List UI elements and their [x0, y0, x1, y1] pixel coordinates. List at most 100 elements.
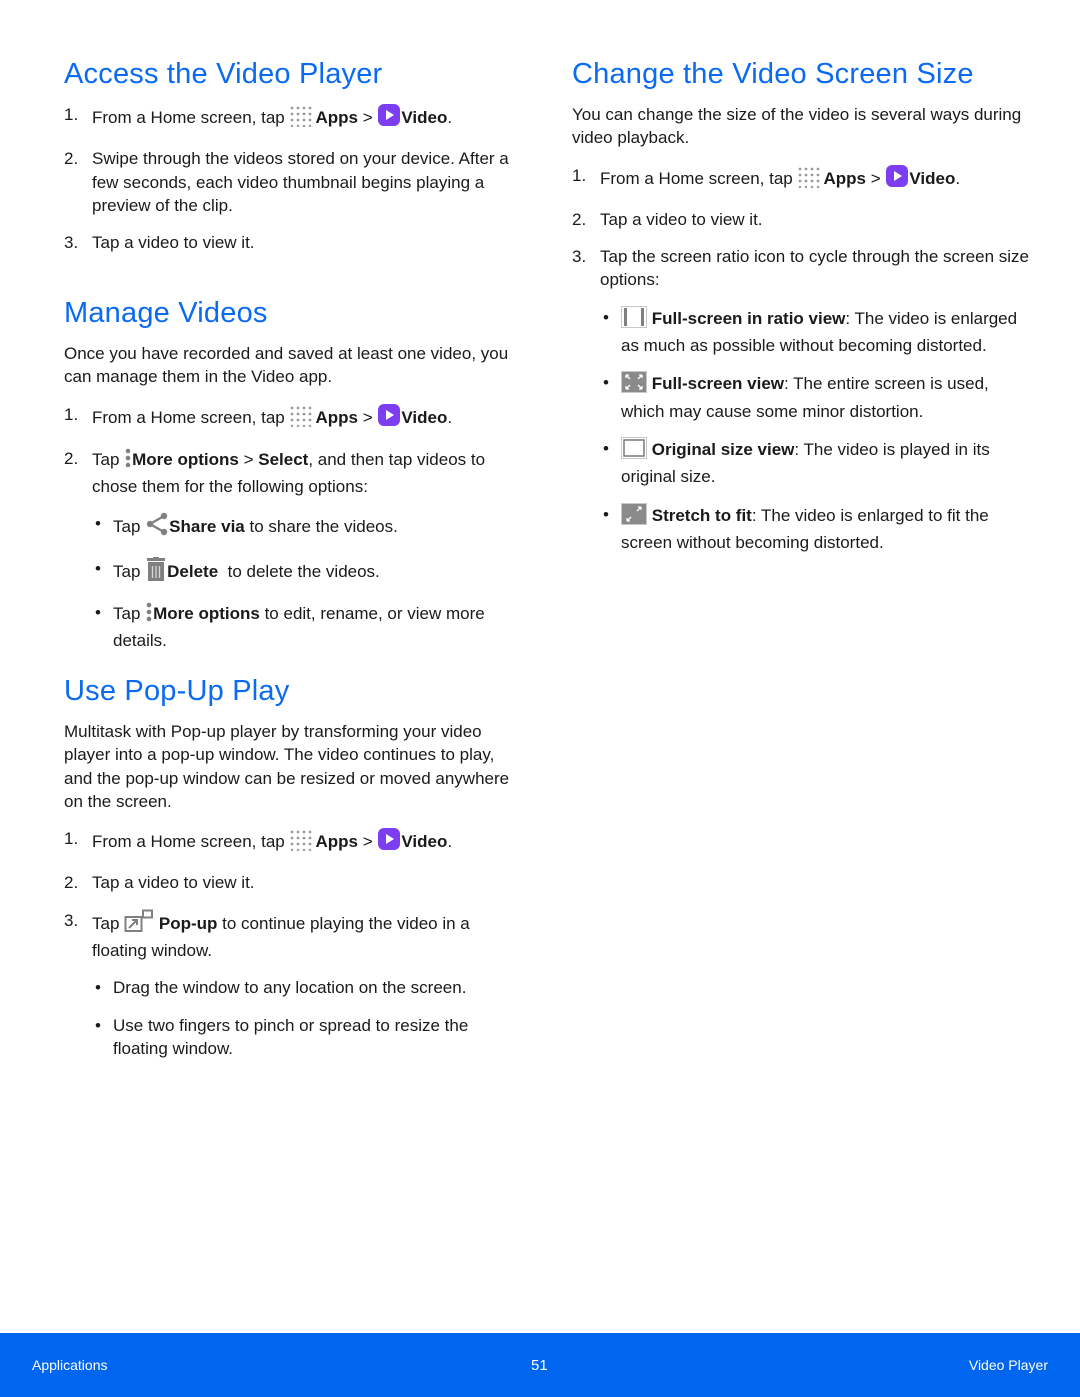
bullet-item: • Full-screen in ratio view: The video i…: [600, 305, 1032, 358]
bullet-text: Tap: [113, 604, 146, 624]
bullet-item: • Tap Delete to delete the videos.: [92, 556, 514, 587]
step: 2. Tap a video to view it.: [64, 871, 514, 894]
steps-list: 1. From a Home screen, tap Apps > Video. …: [64, 827, 514, 1060]
step-text: From a Home screen, tap: [92, 407, 290, 427]
more-options-label: More options: [153, 604, 260, 624]
video-label: Video: [401, 407, 448, 427]
step-text: Tap a video to view it.: [92, 233, 255, 253]
step: 2. Tap More options > Select, and then ta…: [64, 447, 514, 653]
trash-icon: [145, 556, 167, 587]
section-intro: Once you have recorded and saved at leas…: [64, 344, 509, 387]
apps-grid-icon: [289, 405, 315, 433]
step-text: Tap: [92, 913, 125, 933]
original-size-label: Original size view: [651, 439, 795, 459]
select-label: Select: [258, 449, 309, 469]
step-text: .: [447, 108, 453, 127]
separator: >: [357, 832, 378, 852]
bullet-dot: •: [95, 514, 101, 534]
popup-icon: [124, 909, 154, 939]
section-change-video-screen-size: Change the Video Screen Size You can cha…: [572, 57, 1032, 554]
steps-list: 1. From a Home screen, tap Apps > Video. …: [64, 403, 514, 653]
video-app-icon: [377, 827, 401, 857]
step: 3. Tap a video to view it.: [64, 231, 514, 254]
more-options-icon: [124, 447, 132, 475]
video-app-icon: [377, 103, 401, 133]
step-text: From a Home screen, tap: [92, 832, 290, 852]
bullet-text: Drag the window to any location on the s…: [113, 978, 467, 998]
footer-section: Video Player: [968, 1357, 1048, 1373]
step-number: 2.: [64, 149, 79, 169]
step: 2. Tap a video to view it.: [572, 208, 1032, 231]
video-label: Video: [401, 108, 448, 127]
more-options-label: More options: [132, 449, 239, 469]
bullet-text: Tap: [113, 517, 146, 537]
bullet-item: • Use two fingers to pinch or spread to r…: [92, 1014, 514, 1061]
step: 1. From a Home screen, tap Apps > Video.: [64, 103, 514, 133]
step-text: From a Home screen, tap: [600, 168, 798, 188]
video-app-icon: [885, 164, 909, 194]
apps-grid-icon: [289, 829, 315, 857]
more-options-icon: [145, 601, 153, 629]
video-label: Video: [909, 168, 956, 188]
step-number: 2.: [64, 448, 79, 468]
bullet-list: • Full-screen in ratio view: The video i…: [600, 305, 1032, 554]
section-title: Manage Videos: [64, 297, 268, 329]
bullet-dot: •: [95, 978, 101, 998]
step: 1. From a Home screen, tap Apps > Video.: [64, 403, 514, 433]
full-screen-ratio-label: Full-screen in ratio view: [651, 308, 846, 328]
bullet-item: • Original size view: The video is playe…: [600, 436, 1032, 489]
original-size-icon: [621, 436, 647, 465]
step: 3. Tap Pop-up to continue playing the vid…: [64, 909, 514, 1060]
step-number: 1.: [64, 105, 79, 124]
apps-label: Apps: [823, 168, 866, 188]
bullet-list: • Tap Share via to share the videos. • Tap…: [92, 512, 514, 652]
full-screen-ratio-icon: [621, 305, 647, 334]
stretch-to-fit-label: Stretch to fit: [651, 505, 752, 525]
page-footer: Applications 51 Video Player: [0, 1333, 1080, 1397]
page-number: 51: [531, 1357, 548, 1374]
step: 1. From a Home screen, tap Apps > Video.: [572, 164, 1032, 194]
separator: >: [357, 407, 378, 427]
bullet-item: • Drag the window to any location on the …: [92, 976, 514, 999]
bullet-list: • Drag the window to any location on the …: [92, 976, 514, 1060]
step: 2. Swipe through the videos stored on you…: [64, 147, 514, 217]
section-intro: You can change the size of the video is …: [572, 105, 1022, 148]
section-intro: Multitask with Pop-up player by transfor…: [64, 722, 510, 811]
bullet-dot: •: [95, 603, 101, 623]
separator: >: [865, 168, 886, 188]
delete-label: Delete: [167, 561, 219, 581]
separator: >: [357, 108, 378, 127]
popup-label: Pop-up: [158, 913, 218, 933]
bullet-item: • Tap More options to edit, rename, or vi…: [92, 601, 514, 653]
separator: >: [238, 449, 259, 469]
step-text: .: [447, 832, 453, 852]
bullet-item: • Tap Share via to share the videos.: [92, 512, 514, 542]
bullet-text: to share the videos.: [244, 517, 398, 537]
bullet-dot: •: [603, 373, 609, 393]
section-manage-videos: Manage Videos Once you have recorded and…: [64, 296, 514, 653]
bullet-item: • Full-screen view: The entire screen is…: [600, 371, 1032, 423]
apps-label: Apps: [315, 407, 358, 427]
share-via-label: Share via: [169, 517, 245, 537]
bullet-dot: •: [603, 307, 609, 327]
section-title: Access the Video Player: [64, 58, 383, 90]
step-text: From a Home screen, tap: [92, 108, 290, 127]
video-label: Video: [401, 832, 448, 852]
step-number: 3.: [64, 233, 79, 253]
bullet-dot: •: [603, 504, 609, 524]
apps-label: Apps: [315, 108, 358, 127]
bullet-dot: •: [95, 558, 101, 578]
step-number: 2.: [64, 873, 79, 893]
steps-list: 1. From a Home screen, tap Apps > Video. …: [64, 103, 514, 254]
step: 3. Tap the screen ratio icon to cycle thr…: [572, 245, 1032, 554]
stretch-to-fit-icon: [621, 502, 647, 531]
step-number: 1.: [64, 404, 79, 424]
section-title: Change the Video Screen Size: [572, 58, 974, 90]
section-use-popup-play: Use Pop-Up Play Multitask with Pop-up pl…: [64, 674, 514, 1060]
full-screen-icon: [621, 371, 647, 399]
bullet-text: to delete the videos.: [218, 561, 380, 581]
bullet-text: Use two fingers to pinch or spread to re…: [113, 1015, 469, 1058]
apps-grid-icon: [289, 105, 315, 133]
step-text: Swipe through the videos stored on your …: [92, 149, 509, 215]
step-text: Tap a video to view it.: [600, 209, 763, 229]
